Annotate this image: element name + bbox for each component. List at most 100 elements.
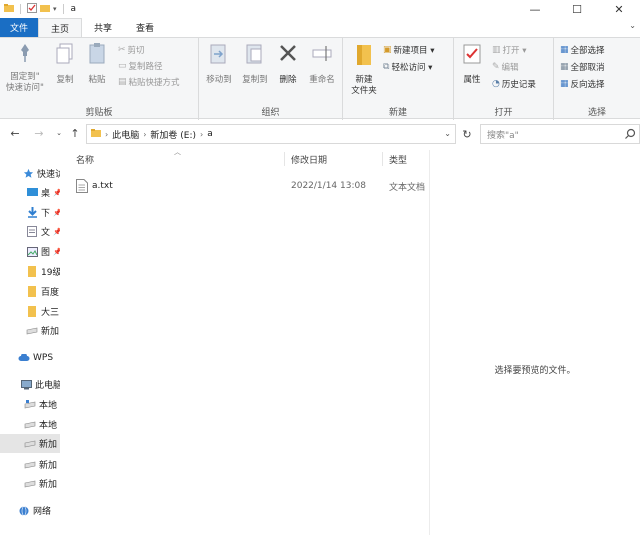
folder-icon [91, 128, 101, 141]
new-folder-icon[interactable] [40, 3, 50, 16]
tab-home[interactable]: 主页 [38, 18, 83, 37]
clipboard-label: 剪贴板 [85, 108, 113, 118]
forward-arrow-icon[interactable]: → [32, 126, 46, 140]
new-group: 新建 文件夹 ▣ 新建项目 ▾ ⧉ 轻松访问 ▾ 新建 [343, 38, 454, 120]
nav-item-folder-baidu[interactable]: 百度 [0, 282, 60, 301]
history-button[interactable]: ◔ 历史记录 [492, 78, 536, 90]
breadcrumb-folder-a[interactable]: a [207, 129, 213, 139]
clipboard-group: 固定到" 快速访问" 复制 粘贴 ✂ 剪切 ▭ 复制路径 ▤ 粘贴快捷方式 剪贴… [0, 38, 199, 120]
back-arrow-icon[interactable]: ← [8, 126, 22, 140]
nav-item-documents[interactable]: 文 📌 [0, 222, 60, 241]
move-to-button[interactable]: 移动到 [203, 42, 235, 86]
rename-button[interactable]: 重命名 [305, 42, 339, 86]
pin-icon [15, 42, 35, 68]
download-icon [26, 207, 38, 219]
refresh-icon[interactable]: ↻ [458, 124, 476, 144]
easy-access-button[interactable]: ⧉ 轻松访问 ▾ [383, 61, 432, 73]
minimize-button[interactable]: — [514, 0, 556, 18]
star-icon [22, 168, 34, 180]
folder-icon [26, 306, 38, 318]
file-date: 2022/1/14 13:08 [291, 181, 366, 191]
nav-item-quick-access[interactable]: 快速访 [0, 164, 60, 183]
nav-item-new-volume[interactable]: 新加 [0, 321, 60, 340]
nav-item-downloads[interactable]: 下 📌 [0, 203, 60, 222]
history-icon: ◔ [492, 79, 500, 89]
nav-item-folder-19[interactable]: 19级 [0, 262, 60, 281]
chevron-down-icon[interactable]: ▾ [53, 5, 57, 13]
recent-locations-chevron-icon[interactable]: ⌄ [52, 126, 66, 140]
chevron-right-icon: › [200, 129, 204, 139]
cut-button[interactable]: ✂ 剪切 [118, 44, 145, 56]
organize-label: 组织 [261, 108, 280, 118]
copy-path-button[interactable]: ▭ 复制路径 [118, 60, 163, 72]
cloud-icon [18, 352, 30, 364]
drive-icon [24, 419, 36, 431]
pc-icon [20, 379, 32, 391]
column-divider[interactable] [382, 152, 383, 166]
file-type: 文本文档 [389, 182, 426, 193]
address-bar[interactable]: › 此电脑 › 新加卷 (E:) › a ⌄ [86, 124, 456, 144]
select-all-button[interactable]: ▦ 全部选择 [560, 44, 605, 56]
preview-pane-divider[interactable] [429, 150, 430, 535]
open-icon: ▥ [492, 45, 501, 55]
column-divider[interactable] [284, 152, 285, 166]
nav-item-new-volume-f[interactable]: 新加 [0, 455, 60, 474]
close-button[interactable]: ✕ [598, 0, 640, 18]
open-button[interactable]: ▥ 打开 ▾ [492, 44, 526, 56]
sort-caret-icon: ︿ [174, 148, 181, 156]
network-icon [18, 505, 30, 517]
paste-shortcut-icon: ▤ [118, 77, 127, 87]
nav-item-new-volume-e[interactable]: 新加 [0, 434, 60, 453]
collapse-ribbon-icon[interactable]: ⌄ [629, 21, 636, 30]
paste-icon [86, 42, 108, 70]
new-label: 新建 [388, 108, 407, 118]
nav-item-desktop[interactable]: 桌 📌 [0, 183, 60, 202]
nav-item-pictures[interactable]: 图 📌 [0, 242, 60, 261]
breadcrumb-this-pc[interactable]: 此电脑 [112, 128, 139, 141]
select-none-button[interactable]: ▦ 全部取消 [560, 61, 605, 73]
properties-button[interactable]: 属性 [458, 42, 486, 86]
paste-shortcut-button[interactable]: ▤ 粘贴快捷方式 [118, 76, 180, 88]
folder-icon [26, 266, 38, 278]
nav-item-this-pc[interactable]: 此电脑 [0, 375, 60, 394]
column-header-name[interactable]: 名称 [76, 153, 94, 166]
up-arrow-icon[interactable]: ↑ [68, 126, 82, 140]
paste-button[interactable]: 粘贴 [84, 42, 110, 86]
copy-button[interactable]: 复制 [52, 42, 78, 86]
edit-button[interactable]: ✎ 编辑 [492, 61, 519, 73]
pin-quick-access-button[interactable]: 固定到" 快速访问" [4, 42, 46, 94]
nav-item-wps[interactable]: WPS [0, 348, 60, 367]
ribbon: 固定到" 快速访问" 复制 粘贴 ✂ 剪切 ▭ 复制路径 ▤ 粘贴快捷方式 剪贴… [0, 37, 640, 120]
breadcrumb-drive-e[interactable]: 新加卷 (E:) [150, 128, 196, 141]
new-item-button[interactable]: ▣ 新建项目 ▾ [383, 44, 435, 56]
open-label: 打开 [494, 108, 513, 118]
properties-check-icon[interactable] [27, 2, 37, 16]
column-header-type[interactable]: 类型 [389, 153, 407, 166]
nav-item-local-disk-d[interactable]: 本地 [0, 415, 60, 434]
open-group: 属性 ▥ 打开 ▾ ✎ 编辑 ◔ 历史记录 打开 [454, 38, 554, 120]
search-input[interactable]: 搜索"a" [480, 124, 640, 144]
nav-item-network[interactable]: 网络 [0, 501, 60, 520]
tab-share[interactable]: 共享 [82, 18, 124, 37]
file-row[interactable]: a.txt 2022/1/14 13:08 文本文档 [72, 176, 430, 196]
new-folder-button[interactable]: 新建 文件夹 [347, 42, 381, 97]
copy-to-icon [244, 42, 266, 70]
copy-to-button[interactable]: 复制到 [239, 42, 271, 86]
nav-item-local-disk-c[interactable]: 本地 [0, 395, 60, 414]
tab-view[interactable]: 查看 [124, 18, 166, 37]
folder-icon [4, 3, 14, 16]
pin-icon: 📌 [53, 208, 60, 217]
column-header-date[interactable]: 修改日期 [291, 153, 327, 166]
nav-item-folder-dasan[interactable]: 大三 [0, 302, 60, 321]
maximize-button[interactable]: ☐ [556, 0, 598, 18]
windows-drive-icon [24, 399, 36, 411]
tab-file[interactable]: 文件 [0, 18, 39, 37]
select-none-icon: ▦ [560, 62, 569, 72]
text-file-icon [76, 179, 88, 196]
chevron-down-icon[interactable]: ⌄ [444, 129, 451, 138]
window-title: a [70, 4, 77, 14]
desktop-icon [26, 187, 38, 199]
delete-button[interactable]: 删除 [275, 42, 301, 86]
nav-item-new-volume-g[interactable]: 新加 [0, 474, 60, 493]
invert-selection-button[interactable]: ▦ 反向选择 [560, 78, 605, 90]
